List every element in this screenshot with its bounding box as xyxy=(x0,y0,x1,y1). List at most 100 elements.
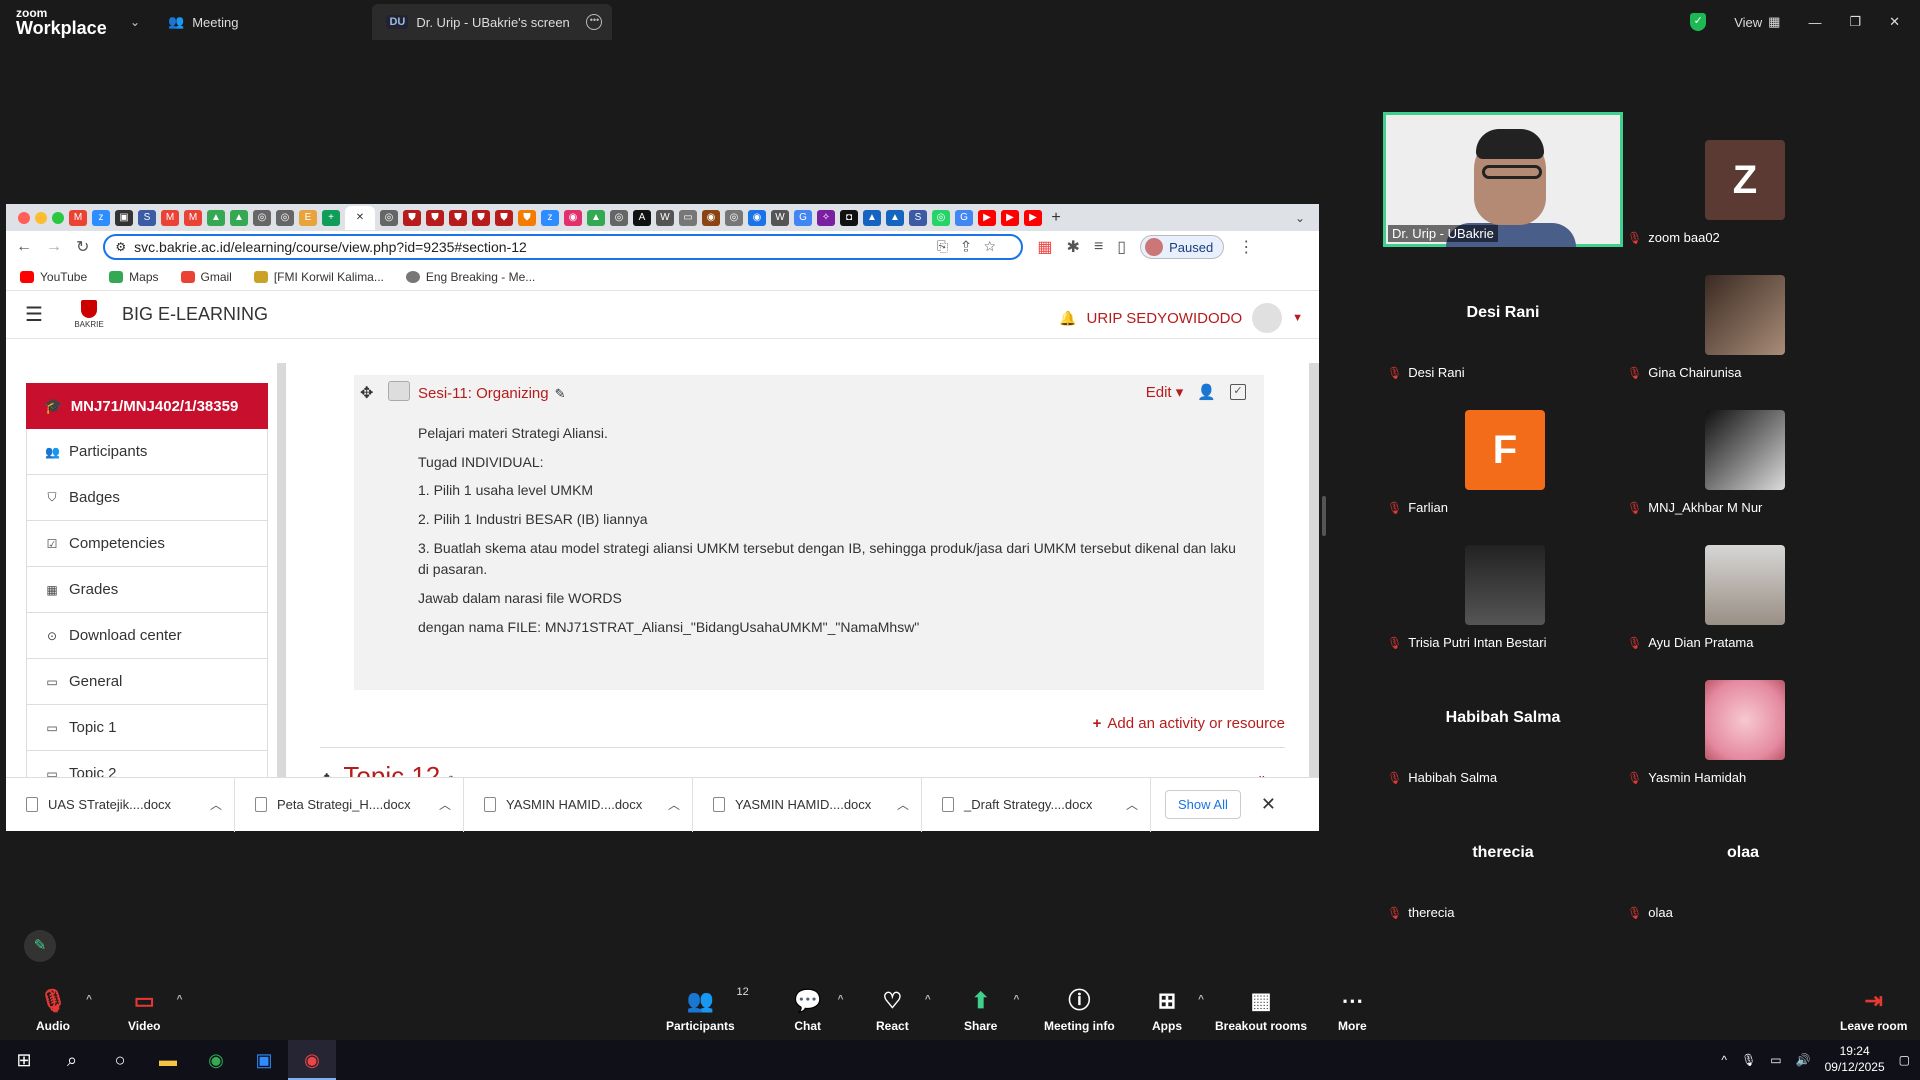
moodle-tab-icon[interactable]: ⛊ xyxy=(518,209,536,226)
course-link[interactable]: 🎓 MNJ71/MNJ402/1/38359 xyxy=(26,383,268,429)
edit-menu[interactable]: Edit ▾ xyxy=(1146,383,1184,401)
youtube-tab-icon[interactable]: ▶ xyxy=(978,209,996,226)
show-all-button[interactable]: Show All xyxy=(1165,790,1241,819)
more-button[interactable]: ⋯ More xyxy=(1338,988,1367,1033)
chevron-up-icon[interactable]: ︿ xyxy=(668,796,680,813)
sinta-tab-icon[interactable]: S xyxy=(909,209,927,226)
close-icon[interactable]: ✕ xyxy=(1889,14,1900,30)
chevron-up-icon[interactable]: ^ xyxy=(177,994,183,1005)
chat-button[interactable]: 💬 Chat ^ xyxy=(794,988,843,1033)
microphone-icon[interactable]: 🎙 xyxy=(1741,1053,1756,1067)
drive-tab-icon[interactable]: ▲ xyxy=(207,209,225,226)
view-button[interactable]: View ▦ xyxy=(1734,14,1780,30)
file-explorer-icon[interactable]: ▬ xyxy=(144,1040,192,1080)
bookmark-youtube[interactable]: YouTube xyxy=(20,270,87,284)
font-tab-icon[interactable]: A xyxy=(633,209,651,226)
window-close-dot[interactable] xyxy=(18,211,30,224)
search-icon[interactable]: ⌕ xyxy=(48,1040,96,1080)
participant-tile[interactable]: 🎙 Yasmin Hamidah xyxy=(1623,652,1863,787)
chrome-icon[interactable]: ◉ xyxy=(192,1040,240,1080)
app-tab-icon[interactable]: ▣ xyxy=(115,209,133,226)
zoom-tab-icon[interactable]: z xyxy=(541,209,559,226)
user-restriction-icon[interactable]: 👤 xyxy=(1197,383,1216,401)
more-options-icon[interactable]: ••• xyxy=(586,14,603,30)
react-button[interactable]: ♡ React ^ xyxy=(876,988,931,1033)
participant-tile[interactable]: Z 🎙 zoom baa02 xyxy=(1623,112,1863,247)
wikipedia-tab-icon[interactable]: W xyxy=(656,209,674,226)
folder-tab-icon[interactable]: ▭ xyxy=(679,209,697,226)
globe-tab-icon[interactable]: ◎ xyxy=(380,209,398,226)
scrollbar[interactable] xyxy=(1309,363,1319,777)
participant-tile-speaker[interactable]: Dr. Urip - UBakrie xyxy=(1383,112,1623,247)
app-tab-icon[interactable]: ◘ xyxy=(840,209,858,226)
download-item[interactable]: Peta Strategi_H....docx ︿ xyxy=(235,777,464,832)
meeting-info-button[interactable]: ⓘ Meeting info xyxy=(1044,988,1115,1033)
nav-competencies[interactable]: ☑ Competencies xyxy=(26,521,268,567)
ubakrie-tab-icon[interactable]: ⛊ xyxy=(472,209,490,226)
minimize-icon[interactable]: — xyxy=(1808,15,1821,30)
reload-icon[interactable]: ↻ xyxy=(76,237,89,257)
apps-button[interactable]: ⊞ Apps ^ xyxy=(1152,988,1204,1033)
panel-resize-handle[interactable] xyxy=(1322,496,1326,536)
network-icon[interactable]: ▭ xyxy=(1770,1053,1781,1067)
chevron-up-icon[interactable]: ^ xyxy=(838,994,844,1005)
audio-button[interactable]: 🎙 Audio ^ xyxy=(36,988,92,1033)
participant-tile[interactable]: therecia 🎙 therecia xyxy=(1383,787,1623,922)
drive-tab-icon[interactable]: ▲ xyxy=(587,209,605,226)
chevron-up-icon[interactable]: ︿ xyxy=(439,796,451,813)
bell-icon[interactable]: 🔔 xyxy=(1059,310,1076,327)
bookmark-maps[interactable]: Maps xyxy=(109,270,159,284)
security-shield-icon[interactable]: ✓ xyxy=(1690,13,1707,31)
site-info-icon[interactable]: ⚙ xyxy=(115,240,126,254)
gmail-tab-icon[interactable]: M xyxy=(161,209,179,226)
extension-icon[interactable]: ▦ xyxy=(1037,237,1052,257)
nav-download-center[interactable]: ⊙ Download center xyxy=(26,613,268,659)
chevron-down-icon[interactable]: ⌄ xyxy=(130,15,154,29)
url-field[interactable]: ⚙ svc.bakrie.ac.id/elearning/course/view… xyxy=(103,234,1024,260)
chrome-active-icon[interactable]: ◉ xyxy=(288,1040,336,1080)
nav-badges[interactable]: ⛉ Badges xyxy=(26,475,268,521)
nav-grades[interactable]: ▦ Grades xyxy=(26,567,268,613)
ubakrie-logo[interactable]: BAKRIE xyxy=(62,296,116,334)
tab-meeting[interactable]: 👥 Meeting xyxy=(154,4,252,40)
scholar-tab-icon[interactable]: ▲ xyxy=(886,209,904,226)
gmail-tab-icon[interactable]: M xyxy=(184,209,202,226)
participant-tile[interactable]: 🎙 Ayu Dian Pratama xyxy=(1623,517,1863,652)
participant-tile[interactable]: Desi Rani 🎙 Desi Rani xyxy=(1383,247,1623,382)
download-item[interactable]: _Draft Strategy....docx ︿ xyxy=(922,777,1151,832)
site-name[interactable]: BIG E-LEARNING xyxy=(122,304,268,325)
zoom-tab-icon[interactable]: z xyxy=(92,209,110,226)
etsy-tab-icon[interactable]: E xyxy=(299,209,317,226)
puzzle-icon[interactable]: ✱ xyxy=(1067,237,1080,257)
chevron-up-icon[interactable]: ︿ xyxy=(1126,796,1138,813)
drive-tab-icon[interactable]: ▲ xyxy=(230,209,248,226)
chevron-up-icon[interactable]: ^ xyxy=(1014,994,1020,1005)
instagram-tab-icon[interactable]: ◉ xyxy=(564,209,582,226)
download-item[interactable]: YASMIN HAMID....docx ︿ xyxy=(464,777,693,832)
participant-tile[interactable]: 🎙 MNJ_Akhbar M Nur xyxy=(1623,382,1863,517)
chevron-up-icon[interactable]: ^ xyxy=(1198,994,1204,1005)
participant-tile[interactable]: 🎙 Trisia Putri Intan Bestari xyxy=(1383,517,1623,652)
bookmark-eng-breaking[interactable]: Eng Breaking - Me... xyxy=(405,270,535,284)
hamburger-menu-icon[interactable]: ☰ xyxy=(6,302,62,327)
ubakrie-tab-icon[interactable]: ⛊ xyxy=(403,209,421,226)
tab-shared-screen[interactable]: DU Dr. Urip - UBakrie's screen ••• xyxy=(372,4,613,40)
breakout-rooms-button[interactable]: ▦ Breakout rooms xyxy=(1215,988,1307,1033)
volume-icon[interactable]: 🔊 xyxy=(1796,1053,1811,1067)
section-activity-link[interactable]: Sesi-11: Organizing ✎ xyxy=(418,385,566,402)
app-tab-icon[interactable]: ◉ xyxy=(702,209,720,226)
globe-tab-icon[interactable]: ◎ xyxy=(610,209,628,226)
media-icon[interactable]: ≡ xyxy=(1094,238,1103,256)
chevron-up-icon[interactable]: ︿ xyxy=(897,796,909,813)
active-tab[interactable]: ✕ xyxy=(345,205,375,230)
nav-topic-2[interactable]: ▭ Topic 2 xyxy=(26,751,268,777)
globe-tab-icon[interactable]: ◎ xyxy=(253,209,271,226)
chevron-up-icon[interactable]: ^ xyxy=(925,994,931,1005)
ubakrie-tab-icon[interactable]: ⛊ xyxy=(426,209,444,226)
bookmark-gmail[interactable]: Gmail xyxy=(180,270,232,284)
move-icon[interactable]: ✥ xyxy=(360,383,373,403)
scholar-tab-icon[interactable]: ▲ xyxy=(863,209,881,226)
user-avatar[interactable] xyxy=(1252,303,1283,333)
video-button[interactable]: ▭ Video ^ xyxy=(128,988,182,1033)
annotate-pencil-icon[interactable]: ✎ xyxy=(24,930,56,962)
